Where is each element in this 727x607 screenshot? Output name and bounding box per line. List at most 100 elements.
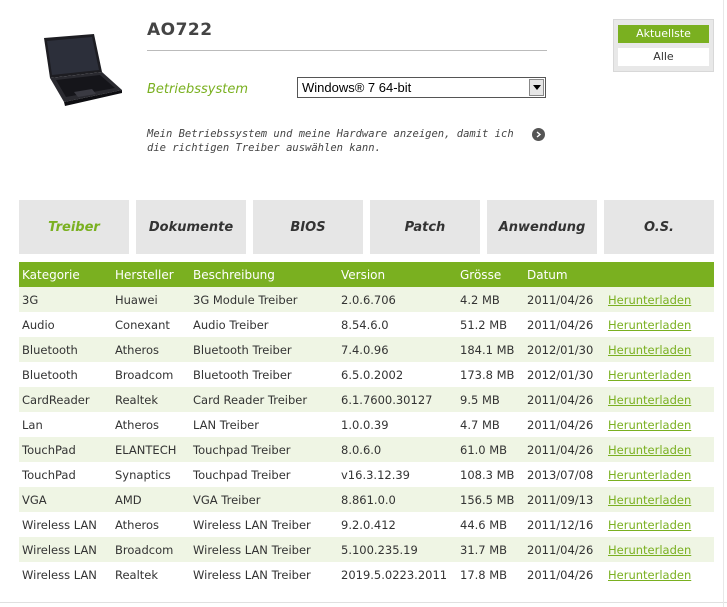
cell-groesse: 61.0 MB <box>457 437 524 462</box>
cell-beschreibung: VGA Treiber <box>190 487 338 512</box>
arrow-right-icon[interactable] <box>532 128 545 141</box>
os-select[interactable]: Windows® 7 64-bit <box>297 77 546 98</box>
table-row: Wireless LAN Atheros Wireless LAN Treiber 9… <box>19 512 714 537</box>
cell-kategorie: Lan <box>22 417 43 432</box>
header-datum: Datum <box>524 262 605 287</box>
download-link[interactable]: Herunterladen <box>605 462 714 487</box>
filter-all-button[interactable]: Alle <box>618 48 709 66</box>
cell-kategorie: Bluetooth <box>19 337 112 362</box>
category-tabs: Treiber Dokumente BIOS Patch Anwendung O… <box>19 200 714 254</box>
download-link[interactable]: Herunterladen <box>605 487 714 512</box>
cell-hersteller: Huawei <box>112 287 190 312</box>
table-row: Audio Conexant Audio Treiber 8.54.6.0 51.2 M… <box>19 312 714 337</box>
cell-datum: 2012/01/30 <box>527 367 594 382</box>
download-link[interactable]: Herunterladen <box>605 412 714 437</box>
cell-kategorie: Audio <box>22 317 55 332</box>
title-divider <box>147 50 547 51</box>
tab-patch[interactable]: Patch <box>370 200 480 254</box>
laptop-image <box>30 32 126 112</box>
cell-hersteller: Atheros <box>115 417 160 432</box>
table-row: TouchPad ELANTECH Touchpad Treiber 8.0.6.0 6… <box>19 437 714 462</box>
right-divider <box>723 0 724 607</box>
hardware-hint-text: Mein Betriebssystem und meine Hardware a… <box>147 128 514 154</box>
os-label: Betriebssystem <box>147 82 248 97</box>
download-link[interactable]: Herunterladen <box>605 362 714 387</box>
cell-datum: 2011/04/26 <box>524 387 605 412</box>
cell-beschreibung: Wireless LAN Treiber <box>193 567 311 582</box>
cell-beschreibung: Card Reader Treiber <box>190 387 338 412</box>
header-groesse: Grösse <box>457 262 524 287</box>
cell-kategorie: Wireless LAN <box>22 567 97 582</box>
cell-version: 5.100.235.19 <box>338 537 457 562</box>
cell-hersteller: Atheros <box>115 517 160 532</box>
cell-version: 9.2.0.412 <box>341 517 396 532</box>
download-link[interactable]: Herunterladen <box>605 287 714 312</box>
download-link[interactable]: Herunterladen <box>605 312 714 337</box>
cell-groesse: 108.3 MB <box>460 467 515 482</box>
cell-version: 1.0.0.39 <box>341 417 389 432</box>
cell-groesse: 156.5 MB <box>457 487 524 512</box>
header-version: Version <box>338 262 457 287</box>
cell-kategorie: 3G <box>19 287 112 312</box>
cell-kategorie: VGA <box>19 487 112 512</box>
table-row: CardReader Realtek Card Reader Treiber 6.1.… <box>19 387 714 412</box>
cell-datum: 2011/04/26 <box>527 567 594 582</box>
cell-hersteller: Broadcom <box>115 367 174 382</box>
cell-version: 2.0.6.706 <box>338 287 457 312</box>
cell-beschreibung: Touchpad Treiber <box>190 437 338 462</box>
cell-groesse: 4.7 MB <box>460 417 500 432</box>
download-link[interactable]: Herunterladen <box>605 337 714 362</box>
cell-groesse: 184.1 MB <box>457 337 524 362</box>
cell-groesse: 173.8 MB <box>460 367 515 382</box>
cell-beschreibung: Wireless LAN Treiber <box>193 517 311 532</box>
table-row: Lan Atheros LAN Treiber 1.0.0.39 4.7 MB 2011/… <box>19 412 714 437</box>
cell-groesse: 51.2 MB <box>460 317 508 332</box>
cell-hersteller: Atheros <box>112 337 190 362</box>
cell-datum: 2012/01/30 <box>524 337 605 362</box>
download-link[interactable]: Herunterladen <box>605 387 714 412</box>
cell-datum: 2011/09/13 <box>524 487 605 512</box>
table-header-row: Kategorie Hersteller Beschreibung Versio… <box>19 262 714 287</box>
cell-hersteller: ELANTECH <box>112 437 190 462</box>
cell-kategorie: CardReader <box>19 387 112 412</box>
table-row: TouchPad Synaptics Touchpad Treiber v16.3.1… <box>19 462 714 487</box>
header-beschreibung: Beschreibung <box>190 262 338 287</box>
download-link[interactable]: Herunterladen <box>605 562 714 587</box>
cell-hersteller: Realtek <box>112 387 190 412</box>
cell-hersteller: AMD <box>112 487 190 512</box>
cell-version: 8.861.0.0 <box>338 487 457 512</box>
cell-beschreibung: LAN Treiber <box>193 417 259 432</box>
cell-hersteller: Synaptics <box>115 467 171 482</box>
table-row: VGA AMD VGA Treiber 8.861.0.0 156.5 MB 2011/0… <box>19 487 714 512</box>
download-link[interactable]: Herunterladen <box>605 537 714 562</box>
cell-beschreibung: Wireless LAN Treiber <box>190 537 338 562</box>
download-link[interactable]: Herunterladen <box>605 437 714 462</box>
os-select-value: Windows® 7 64-bit <box>302 80 412 95</box>
cell-datum: 2013/07/08 <box>527 467 594 482</box>
header-kategorie: Kategorie <box>19 262 112 287</box>
download-link[interactable]: Herunterladen <box>605 512 714 537</box>
cell-groesse: 4.2 MB <box>457 287 524 312</box>
cell-version: 8.0.6.0 <box>338 437 457 462</box>
tab-bios[interactable]: BIOS <box>253 200 363 254</box>
cell-beschreibung: Bluetooth Treiber <box>193 367 292 382</box>
header-download <box>605 262 714 287</box>
cell-beschreibung: Bluetooth Treiber <box>190 337 338 362</box>
tab-anwendung[interactable]: Anwendung <box>487 200 597 254</box>
cell-hersteller: Realtek <box>115 567 159 582</box>
table-row: Wireless LAN Broadcom Wireless LAN Treiber… <box>19 537 714 562</box>
tab-dokumente[interactable]: Dokumente <box>136 200 246 254</box>
filter-box: Aktuellste Alle <box>613 19 714 72</box>
filter-latest-button[interactable]: Aktuellste <box>618 25 709 43</box>
cell-datum: 2011/04/26 <box>527 417 594 432</box>
chevron-down-icon[interactable] <box>529 79 544 96</box>
cell-datum: 2011/04/26 <box>524 437 605 462</box>
tab-os[interactable]: O.S. <box>604 200 714 254</box>
cell-version: 6.5.0.2002 <box>341 367 404 382</box>
cell-hersteller: Conexant <box>115 317 170 332</box>
cell-kategorie: TouchPad <box>19 437 112 462</box>
cell-version: 8.54.6.0 <box>341 317 389 332</box>
cell-beschreibung: Touchpad Treiber <box>193 467 291 482</box>
cell-groesse: 17.8 MB <box>460 567 508 582</box>
tab-treiber[interactable]: Treiber <box>19 200 129 254</box>
